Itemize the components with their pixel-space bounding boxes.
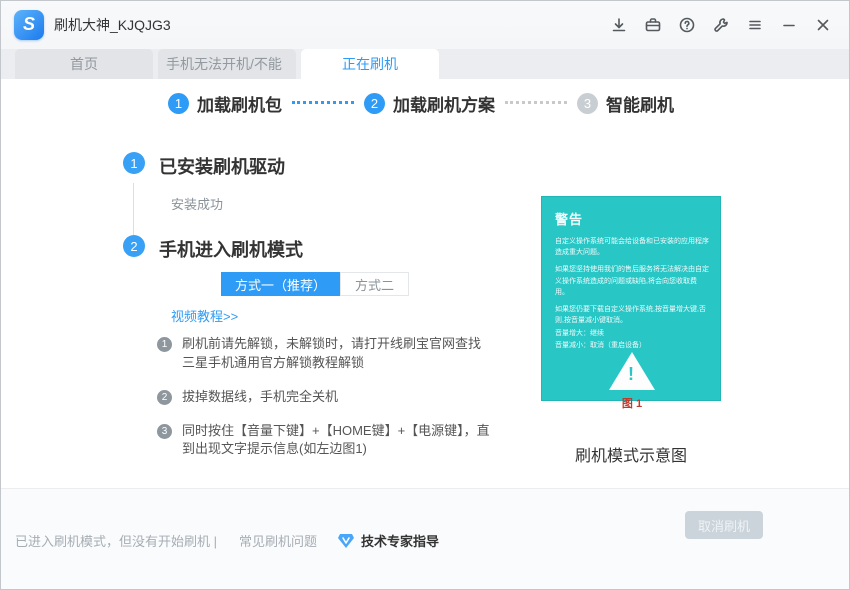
figure-1-label: 图 1 xyxy=(622,395,642,411)
footer-bar: 已进入刷机模式，但没有开始刷机 | 常见刷机问题 技术专家指导 取消刷机 xyxy=(1,488,849,590)
step2-title: 手机进入刷机模式 xyxy=(159,236,303,262)
warning-paragraph: 如果您坚持使用我们的售后服务将无法解决由自定义操作系统造成的问题或缺陷,将会向您… xyxy=(555,264,709,298)
diamond-v-icon xyxy=(337,533,355,549)
help-icon[interactable] xyxy=(677,15,697,35)
warning-triangle-icon: ! xyxy=(609,352,655,390)
expert-guidance-label: 技术专家指导 xyxy=(361,531,439,550)
wizard-step3-label: 智能刷机 xyxy=(606,91,674,116)
wizard-step3-badge: 3 xyxy=(577,93,598,114)
step2-badge: 2 xyxy=(123,235,145,257)
instruction-item: 3 同时按住【音量下键】+【HOME键】+【电源键】，直到出现文字提示信息(如左… xyxy=(157,422,491,460)
wizard-step2-label: 加载刷机方案 xyxy=(393,91,495,116)
wrench-icon[interactable] xyxy=(711,15,731,35)
app-window: S 刷机大神_KJQJG3 xyxy=(0,0,850,590)
logo-glyph: S xyxy=(23,14,35,35)
flash-status-text: 已进入刷机模式，但没有开始刷机 | xyxy=(15,531,217,550)
warning-paragraph: 如果您仍要下载自定义操作系统,按音量增大键,否则,按音量减小键取消。 xyxy=(555,304,709,326)
instruction-item: 1 刷机前请先解锁，未解锁时，请打开线刷宝官网查找三星手机通用官方解锁教程解锁 xyxy=(157,335,491,373)
step1-badge: 1 xyxy=(123,152,145,174)
app-logo-icon: S xyxy=(14,10,44,40)
download-mode-screenshot: 警告 自定义操作系统可能会给设备和已安装的应用程序造成重大问题。 如果您坚持使用… xyxy=(541,196,721,401)
instruction-num: 1 xyxy=(157,337,172,352)
warning-paragraph: 自定义操作系统可能会给设备和已安装的应用程序造成重大问题。 xyxy=(555,236,709,258)
faq-link[interactable]: 常见刷机问题 xyxy=(239,531,317,550)
method-one-button[interactable]: 方式一（推荐） xyxy=(221,272,340,296)
step-connector-line xyxy=(133,183,134,235)
warning-triangle-area: ! 图 1 xyxy=(555,352,709,411)
wizard-step1-label: 加载刷机包 xyxy=(197,91,282,116)
title-bar: S 刷机大神_KJQJG3 xyxy=(1,1,849,49)
instruction-text: 刷机前请先解锁，未解锁时，请打开线刷宝官网查找三星手机通用官方解锁教程解锁 xyxy=(182,335,491,373)
wizard-dots-2 xyxy=(505,101,567,104)
tab-phone-wont-boot[interactable]: 手机无法开机/不能 xyxy=(158,49,296,79)
window-title: 刷机大神_KJQJG3 xyxy=(54,15,171,35)
volume-up-line: 音量增大：继续 xyxy=(555,328,709,340)
menu-icon[interactable] xyxy=(745,15,765,35)
instruction-text: 拔掉数据线，手机完全关机 xyxy=(182,388,338,407)
toolbox-icon[interactable] xyxy=(643,15,663,35)
download-icon[interactable] xyxy=(609,15,629,35)
instruction-num: 2 xyxy=(157,390,172,405)
tab-bar: 首页 手机无法开机/不能 正在刷机 xyxy=(1,49,849,79)
wizard-step1-badge: 1 xyxy=(168,93,189,114)
main-content: 1 加载刷机包 2 加载刷机方案 3 智能刷机 1 已安装刷机驱动 安装成功 2… xyxy=(1,79,849,488)
instruction-item: 2 拔掉数据线，手机完全关机 xyxy=(157,388,491,407)
tab-flashing[interactable]: 正在刷机 xyxy=(301,49,439,79)
volume-down-line: 音量减小：取消（重启设备） xyxy=(555,340,709,352)
expert-guidance-link[interactable]: 技术专家指导 xyxy=(337,531,439,550)
footer-links: 已进入刷机模式，但没有开始刷机 | 常见刷机问题 技术专家指导 xyxy=(15,531,439,550)
warning-title: 警告 xyxy=(555,209,709,228)
titlebar-actions xyxy=(609,15,849,35)
video-tutorial-link[interactable]: 视频教程>> xyxy=(171,306,238,325)
wizard-progress: 1 加载刷机包 2 加载刷机方案 3 智能刷机 xyxy=(1,91,849,116)
close-button[interactable] xyxy=(813,15,833,35)
method-two-button[interactable]: 方式二 xyxy=(340,272,409,296)
minimize-button[interactable] xyxy=(779,15,799,35)
figure-caption: 刷机模式示意图 xyxy=(541,442,721,466)
wizard-step2-badge: 2 xyxy=(364,93,385,114)
step1-title: 已安装刷机驱动 xyxy=(159,153,285,179)
tab-home[interactable]: 首页 xyxy=(15,49,153,79)
exclamation-mark: ! xyxy=(628,364,634,385)
instruction-text: 同时按住【音量下键】+【HOME键】+【电源键】，直到出现文字提示信息(如左边图… xyxy=(182,422,491,460)
wizard-dots-1 xyxy=(292,101,354,104)
instruction-list: 1 刷机前请先解锁，未解锁时，请打开线刷宝官网查找三星手机通用官方解锁教程解锁 … xyxy=(157,335,491,463)
instruction-num: 3 xyxy=(157,424,172,439)
driver-install-status: 安装成功 xyxy=(171,194,223,213)
method-switcher: 方式一（推荐） 方式二 xyxy=(221,272,409,296)
cancel-flash-button[interactable]: 取消刷机 xyxy=(685,511,763,539)
